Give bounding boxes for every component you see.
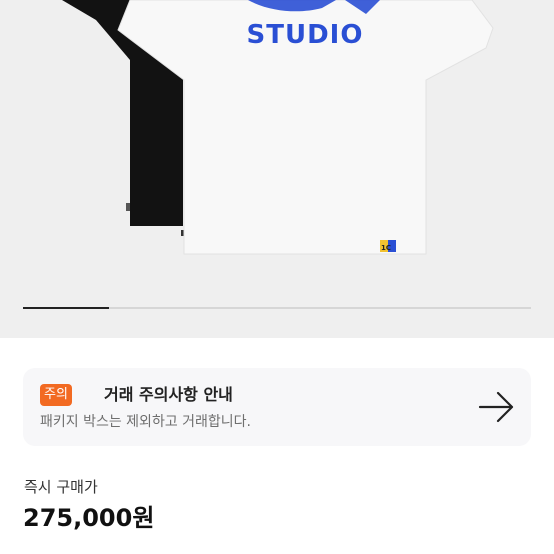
trade-notice-card[interactable]: 주의 거래 주의사항 안내 패키지 박스는 제외하고 거래합니다. [23, 368, 531, 446]
image-progress-track [23, 307, 531, 309]
notice-title: 거래 주의사항 안내 [104, 385, 233, 404]
image-progress-fill [23, 307, 110, 309]
arrow-right-icon[interactable] [478, 390, 516, 424]
instant-buy-label: 즉시 구매가 [24, 478, 98, 496]
product-image-carousel[interactable]: STUDIO 1C [0, 0, 554, 338]
product-image: STUDIO 1C [62, 0, 494, 255]
print-text-studio: STUDIO [247, 20, 364, 50]
notice-description: 패키지 박스는 제외하고 거래합니다. [40, 414, 251, 430]
svg-text:1C: 1C [381, 244, 391, 252]
instant-buy-price: 275,000원 [23, 504, 155, 532]
warning-badge: 주의 [40, 384, 72, 406]
